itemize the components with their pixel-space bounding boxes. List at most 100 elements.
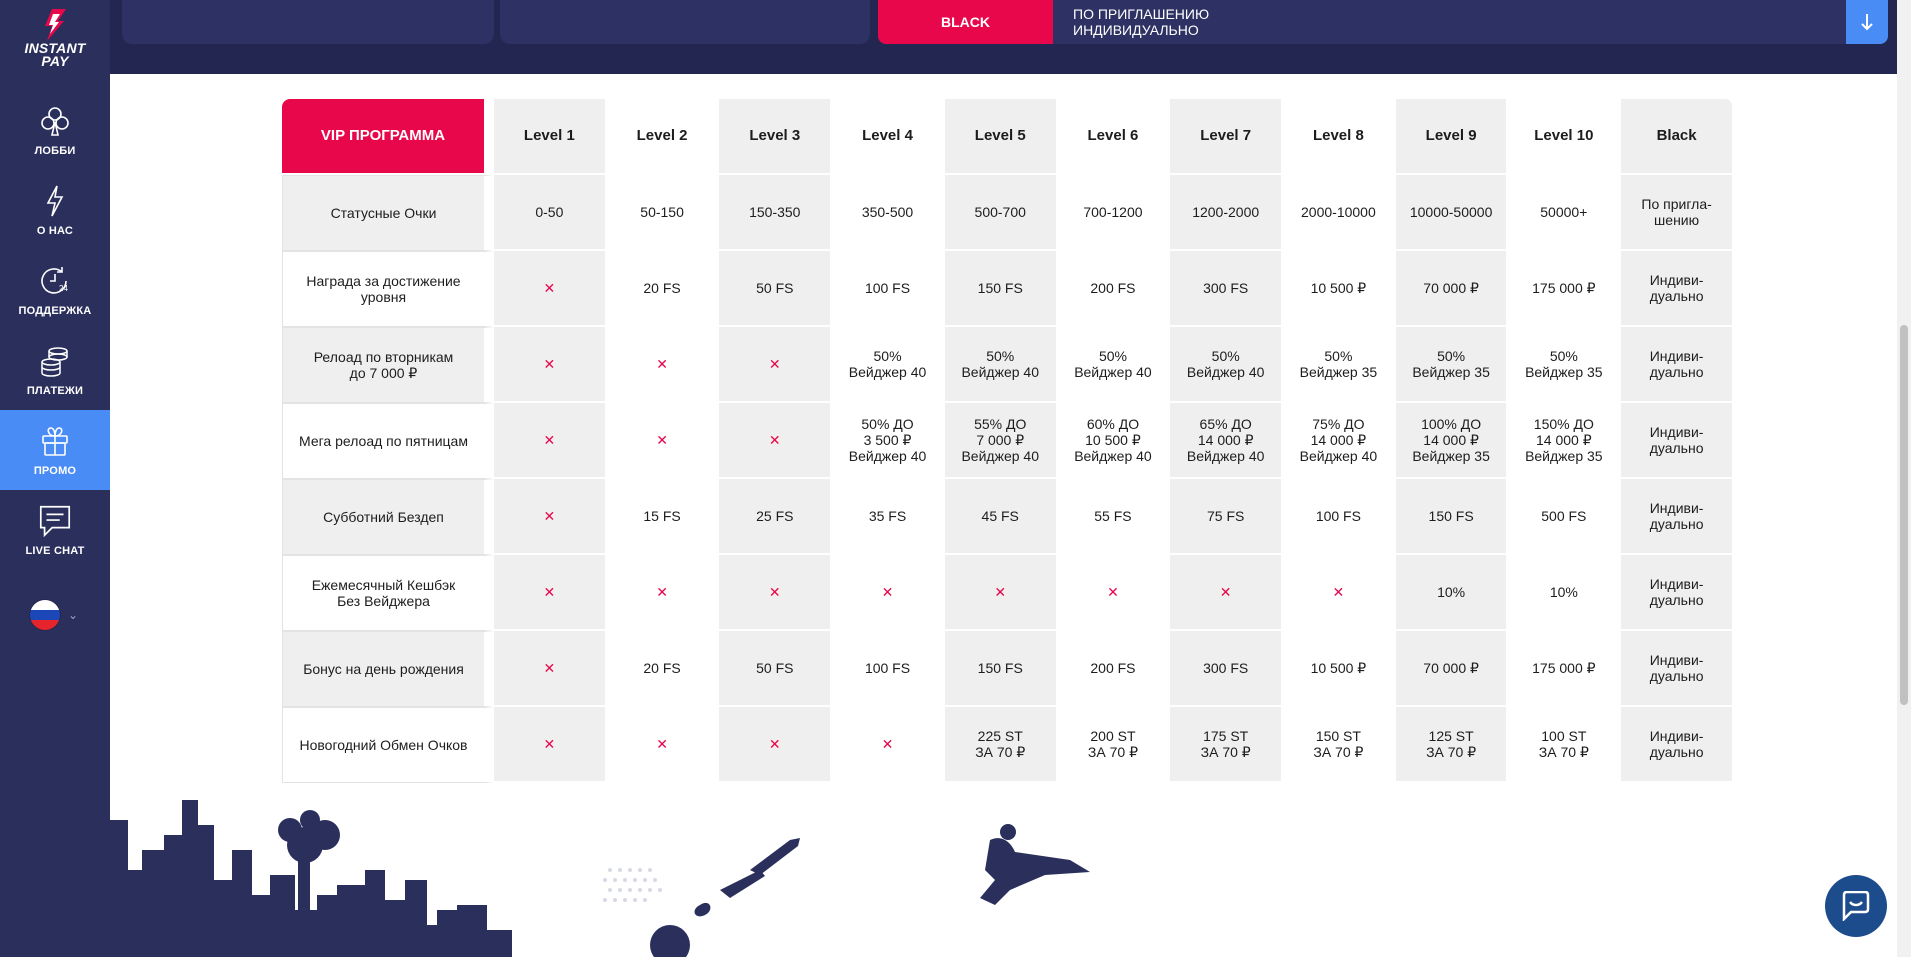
column-header: Level 9 — [1395, 99, 1509, 175]
sidebar-item-support[interactable]: 24 ПОДДЕРЖКА — [0, 250, 110, 330]
not-available-icon: ✕ — [494, 555, 607, 631]
column-header: Level 6 — [1057, 99, 1171, 175]
not-available-icon: ✕ — [832, 707, 945, 783]
table-row: Мега релоад по пятницам ✕ ✕ ✕ 50% ДО 3 500 ₽… — [282, 403, 1734, 479]
table-cell: Индиви- дуально — [1621, 251, 1734, 327]
table-cell: 500-700 — [944, 175, 1058, 251]
not-available-icon: ✕ — [719, 555, 833, 631]
column-header: Level 8 — [1283, 99, 1396, 175]
sidebar-item-payments[interactable]: ПЛАТЕЖИ — [0, 330, 110, 410]
table-row: Статусные Очки 0-50 50-150 150-350 350-500 50… — [282, 175, 1734, 251]
sidebar-item-about[interactable]: О НАС — [0, 170, 110, 250]
svg-text:24: 24 — [59, 284, 68, 293]
not-available-icon: ✕ — [719, 327, 833, 403]
table-cell: 175 ST ЗА 70 ₽ — [1170, 707, 1284, 783]
sidebar-item-label: ПОДДЕРЖКА — [18, 305, 92, 317]
black-level-text-line2: ИНДИВИДУАЛЬНО — [1073, 22, 1199, 38]
black-level-text-line1: ПО ПРИГЛАШЕНИЮ — [1073, 6, 1210, 22]
table-cell: 50% Вейджер 35 — [1283, 327, 1396, 403]
table-cell: 55 FS — [1057, 479, 1171, 555]
expand-button[interactable] — [1846, 0, 1888, 44]
top-banner: BLACK ПО ПРИГЛАШЕНИЮ ИНДИВИДУАЛЬНО — [110, 0, 1911, 74]
not-available-icon: ✕ — [494, 707, 607, 783]
table-cell: 65% ДО 14 000 ₽ Вейджер 40 — [1170, 403, 1284, 479]
table-cell: 500 FS — [1508, 479, 1622, 555]
logo-bolt-icon — [45, 9, 66, 41]
table-cell: 100 ST ЗА 70 ₽ — [1508, 707, 1622, 783]
sidebar-item-live-chat[interactable]: LIVE CHAT — [0, 490, 110, 570]
table-row: Награда за достижение уровня ✕ 20 FS 50 FS 1… — [282, 251, 1734, 327]
table-cell: Индиви- дуально — [1621, 707, 1734, 783]
column-header: Level 1 — [494, 99, 607, 175]
table-cell: 25 FS — [719, 479, 833, 555]
column-header: Level 10 — [1508, 99, 1622, 175]
level-card — [500, 0, 870, 44]
table-cell: 10 500 ₽ — [1283, 631, 1396, 707]
chat-icon — [37, 503, 73, 539]
not-available-icon: ✕ — [719, 707, 833, 783]
language-selector[interactable]: ⌄ — [30, 600, 78, 630]
table-row: Новогодний Обмен Очков ✕ ✕ ✕ ✕ 225 ST ЗА 70 ₽… — [282, 707, 1734, 783]
black-level-text: ПО ПРИГЛАШЕНИЮ ИНДИВИДУАЛЬНО — [1073, 6, 1209, 38]
table-row: Бонус на день рождения ✕ 20 FS 50 FS 100 FS 1… — [282, 631, 1734, 707]
row-label: Награда за достижение уровня — [282, 251, 494, 327]
sidebar-item-label: ЛОББИ — [34, 145, 76, 157]
not-available-icon: ✕ — [606, 555, 720, 631]
table-cell: 200 FS — [1057, 251, 1171, 327]
table-cell: 300 FS — [1170, 631, 1284, 707]
black-level-button[interactable]: BLACK — [878, 0, 1053, 44]
not-available-icon: ✕ — [494, 403, 607, 479]
table-cell: 10 500 ₽ — [1283, 251, 1396, 327]
not-available-icon: ✕ — [944, 555, 1058, 631]
not-available-icon: ✕ — [494, 479, 607, 555]
table-cell: 50% ДО 3 500 ₽ Вейджер 40 — [832, 403, 945, 479]
table-cell: 45 FS — [944, 479, 1058, 555]
sidebar-item-label: ПРОМО — [33, 465, 77, 477]
scrollbar-thumb[interactable] — [1900, 325, 1908, 705]
row-label: Статусные Очки — [282, 175, 494, 251]
not-available-icon: ✕ — [606, 707, 720, 783]
city-illustration — [110, 800, 1090, 957]
sidebar-item-promo[interactable]: ПРОМО — [0, 410, 110, 490]
sidebar-item-lobby[interactable]: ЛОББИ — [0, 90, 110, 170]
not-available-icon: ✕ — [719, 403, 833, 479]
table-cell: 75% ДО 14 000 ₽ Вейджер 40 — [1283, 403, 1396, 479]
not-available-icon: ✕ — [494, 327, 607, 403]
table-row: Ежемесячный Кешбэк Без Вейджера ✕ ✕ ✕ ✕ ✕ ✕ ✕ ✕ 1… — [282, 555, 1734, 631]
gift-icon — [37, 423, 73, 459]
column-header: Level 4 — [832, 99, 945, 175]
table-cell: 0-50 — [494, 175, 607, 251]
table-cell: 50% Вейджер 35 — [1508, 327, 1622, 403]
table-cell: 150 FS — [944, 631, 1058, 707]
table-cell: 50% Вейджер 40 — [1057, 327, 1171, 403]
sidebar: INSTANT PAY ЛОББИ О НАС 24 ПОДДЕРЖКА ПЛА… — [0, 0, 110, 957]
table-cell: 20 FS — [606, 631, 720, 707]
column-header: Level 2 — [606, 99, 720, 175]
table-body: Статусные Очки 0-50 50-150 150-350 350-500 50… — [282, 175, 1734, 783]
table-cell: 100% ДО 14 000 ₽ Вейджер 35 — [1395, 403, 1509, 479]
not-available-icon: ✕ — [1283, 555, 1396, 631]
table-cell: 20 FS — [606, 251, 720, 327]
table-cell: 75 FS — [1170, 479, 1284, 555]
table-cell: 35 FS — [832, 479, 945, 555]
page-scrollbar[interactable] — [1897, 0, 1911, 957]
table-cell: 100 FS — [1283, 479, 1396, 555]
logo-text-line2: PAY — [41, 53, 69, 69]
instant-pay-logo[interactable]: INSTANT PAY — [0, 8, 110, 80]
column-header: Black — [1621, 99, 1734, 175]
table-cell: 150 ST ЗА 70 ₽ — [1283, 707, 1396, 783]
table-cell: 300 FS — [1170, 251, 1284, 327]
not-available-icon: ✕ — [1057, 555, 1171, 631]
not-available-icon: ✕ — [1170, 555, 1284, 631]
vip-program-title: VIP ПРОГРАММА — [282, 99, 494, 175]
black-level-card: BLACK ПО ПРИГЛАШЕНИЮ ИНДИВИДУАЛЬНО — [878, 0, 1888, 44]
chevron-down-icon: ⌄ — [68, 608, 79, 622]
not-available-icon: ✕ — [494, 631, 607, 707]
not-available-icon: ✕ — [494, 251, 607, 327]
table-cell: 50% Вейджер 40 — [1170, 327, 1284, 403]
table-cell: 125 ST ЗА 70 ₽ — [1395, 707, 1509, 783]
row-label: Новогодний Обмен Очков — [282, 707, 494, 783]
chat-widget-button[interactable] — [1825, 875, 1887, 937]
table-header-row: VIP ПРОГРАММА Level 1 Level 2 Level 3 Level… — [282, 99, 1734, 175]
not-available-icon: ✕ — [606, 327, 720, 403]
